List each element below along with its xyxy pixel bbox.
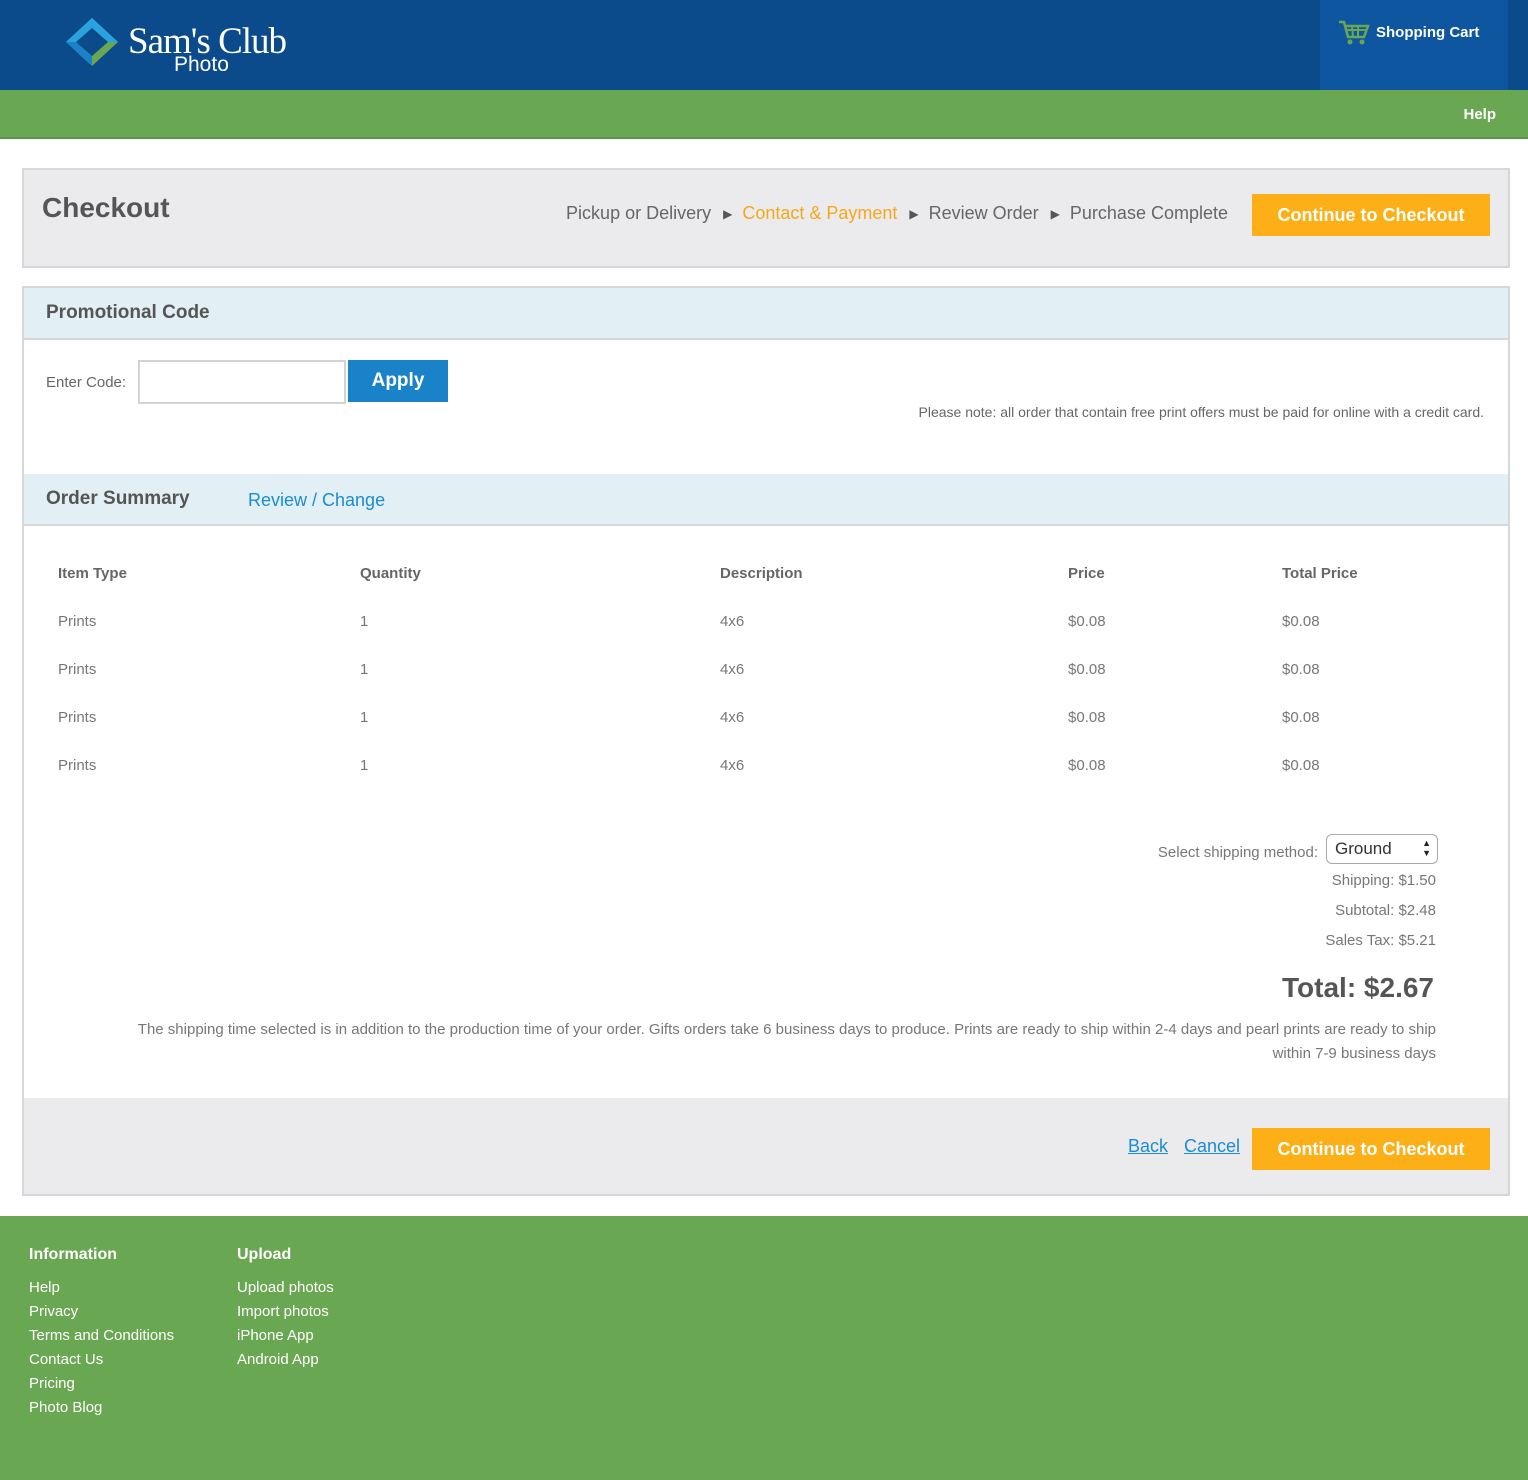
table-row: Prints 1 4x6 $0.08 $0.08	[58, 684, 1482, 732]
footer-link-terms[interactable]: Terms and Conditions	[29, 1324, 174, 1348]
step-purchase-complete: Purchase Complete	[1069, 203, 1228, 223]
step-review-order: Review Order	[928, 203, 1039, 223]
cell-total-price: $0.08	[1282, 612, 1320, 630]
promo-code-label: Enter Code:	[46, 374, 127, 391]
footer: Information Help Privacy Terms and Condi…	[0, 1216, 1528, 1480]
step-arrow-icon: ▶	[909, 206, 919, 221]
cell-description: 4x6	[720, 612, 745, 630]
column-header-price: Price	[1068, 564, 1105, 582]
checkout-header: Checkout Pickup or Delivery ▶ Contact & …	[22, 168, 1510, 268]
step-arrow-icon: ▶	[723, 206, 733, 221]
footer-link-import-photos[interactable]: Import photos	[237, 1300, 334, 1324]
shipping-method-select[interactable]: Ground ▲ ▼	[1326, 834, 1438, 864]
footer-link-photo-blog[interactable]: Photo Blog	[29, 1396, 174, 1420]
subtotal: Subtotal: $2.48	[1335, 902, 1436, 919]
footer-link-contact[interactable]: Contact Us	[29, 1348, 174, 1372]
footer-link-help[interactable]: Help	[29, 1276, 174, 1300]
cancel-link[interactable]: Cancel	[1184, 1136, 1240, 1157]
footer-link-iphone-app[interactable]: iPhone App	[237, 1324, 334, 1348]
table-row: Prints 1 4x6 $0.08 $0.08	[58, 732, 1482, 780]
page-title: Checkout	[42, 192, 170, 223]
cell-price: $0.08	[1068, 660, 1106, 678]
order-total: Total: $2.67	[1282, 972, 1434, 1003]
column-header-description: Description	[720, 564, 803, 582]
top-header: Sam's Club Photo Shopping Cart	[0, 0, 1528, 90]
step-pickup-or-delivery: Pickup or Delivery	[566, 203, 712, 223]
cell-quantity: 1	[360, 708, 369, 726]
cell-price: $0.08	[1068, 756, 1106, 774]
continue-to-checkout-button-top[interactable]: Continue to Checkout	[1252, 194, 1490, 236]
cell-quantity: 1	[360, 612, 369, 630]
cell-total-price: $0.08	[1282, 660, 1320, 678]
review-change-link[interactable]: Review / Change	[248, 490, 385, 511]
select-arrows-icon: ▲ ▼	[1422, 838, 1431, 858]
cell-description: 4x6	[720, 756, 745, 774]
table-row: Prints 1 4x6 $0.08 $0.08	[58, 588, 1482, 636]
promo-note: Please note: all order that contain free…	[918, 404, 1485, 420]
footer-information-column: Information Help Privacy Terms and Condi…	[29, 1246, 174, 1420]
footer-link-android-app[interactable]: Android App	[237, 1348, 334, 1372]
footer-upload-heading: Upload	[237, 1246, 292, 1263]
checkout-panel: Promotional Code Enter Code: Apply Pleas…	[22, 286, 1510, 1196]
footer-link-pricing[interactable]: Pricing	[29, 1372, 174, 1396]
help-link[interactable]: Help	[1463, 106, 1496, 123]
cell-price: $0.08	[1068, 612, 1106, 630]
brand-sub: Photo	[174, 53, 229, 76]
shipping-cost: Shipping: $1.50	[1331, 872, 1436, 889]
footer-upload-column: Upload Upload photos Import photos iPhon…	[237, 1246, 334, 1372]
shopping-cart-label: Shopping Cart	[1376, 24, 1480, 41]
promo-heading: Promotional Code	[46, 302, 210, 323]
shopping-cart-icon	[1339, 20, 1370, 45]
continue-to-checkout-button-bottom[interactable]: Continue to Checkout	[1252, 1128, 1490, 1170]
cell-quantity: 1	[360, 756, 369, 774]
footer-information-heading: Information	[29, 1246, 117, 1263]
cell-quantity: 1	[360, 660, 369, 678]
sales-tax: Sales Tax: $5.21	[1325, 932, 1436, 949]
cell-item-type: Prints	[58, 756, 97, 774]
cell-total-price: $0.08	[1282, 756, 1320, 774]
cell-description: 4x6	[720, 660, 745, 678]
order-items-table: Item Type Quantity Description Price Tot…	[58, 558, 1482, 780]
shipping-method-label: Select shipping method:	[1157, 844, 1318, 861]
footer-link-privacy[interactable]: Privacy	[29, 1300, 174, 1324]
apply-button[interactable]: Apply	[348, 360, 448, 402]
step-arrow-icon: ▶	[1050, 206, 1060, 221]
cell-item-type: Prints	[58, 612, 97, 630]
footer-link-upload-photos[interactable]: Upload photos	[237, 1276, 334, 1300]
cell-description: 4x6	[720, 708, 745, 726]
cell-item-type: Prints	[58, 708, 97, 726]
order-summary-heading: Order Summary	[46, 488, 190, 509]
shipping-method-value: Ground	[1335, 839, 1392, 858]
promo-code-input[interactable]	[138, 360, 346, 404]
table-row: Prints 1 4x6 $0.08 $0.08	[58, 636, 1482, 684]
shopping-cart-button[interactable]: Shopping Cart	[1320, 0, 1508, 90]
column-header-item-type: Item Type	[58, 564, 127, 582]
checkout-steps: Pickup or Delivery ▶ Contact & Payment ▶…	[566, 203, 1228, 224]
cell-item-type: Prints	[58, 660, 97, 678]
column-header-total-price: Total Price	[1282, 564, 1358, 582]
column-header-quantity: Quantity	[360, 564, 421, 582]
promo-section-header: Promotional Code	[24, 288, 1508, 340]
cell-total-price: $0.08	[1282, 708, 1320, 726]
panel-actions: Back Cancel Continue to Checkout	[24, 1098, 1508, 1194]
secondary-nav: Help	[0, 90, 1528, 139]
shipping-note: The shipping time selected is in additio…	[137, 1021, 1436, 1062]
cell-price: $0.08	[1068, 708, 1106, 726]
table-header-row: Item Type Quantity Description Price Tot…	[58, 558, 1482, 588]
sams-club-photo-logo[interactable]: Sam's Club Photo	[64, 16, 304, 80]
step-contact-payment: Contact & Payment	[742, 203, 898, 223]
logo-diamond-icon	[66, 18, 118, 66]
back-link[interactable]: Back	[1128, 1136, 1168, 1157]
order-summary-header: Order Summary Review / Change	[24, 474, 1508, 526]
